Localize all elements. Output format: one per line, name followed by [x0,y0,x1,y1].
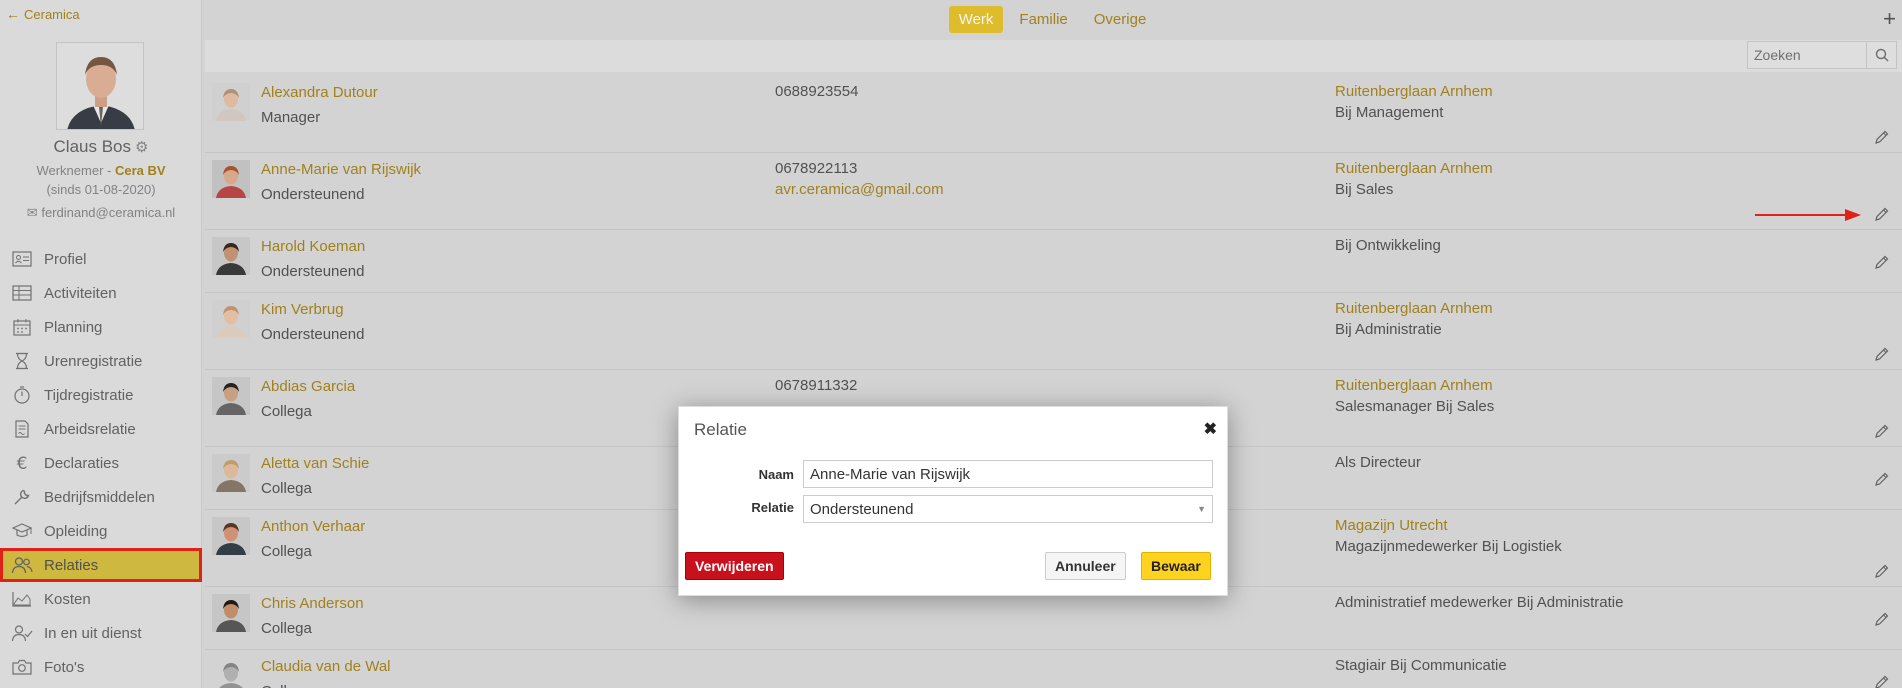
relation-select-value: Ondersteunend [810,500,914,518]
close-icon[interactable]: ✖ [1204,419,1217,439]
name-field[interactable] [803,460,1213,488]
relation-dialog: Relatie ✖ Naam Relatie Ondersteunend ▼ V… [678,406,1228,596]
caret-down-icon: ▼ [1197,504,1206,514]
save-button[interactable]: Bewaar [1141,552,1211,580]
cancel-button[interactable]: Annuleer [1045,552,1126,580]
delete-button[interactable]: Verwijderen [685,552,784,580]
dialog-title: Relatie [694,420,747,439]
relation-label: Relatie [751,500,794,515]
relation-select[interactable]: Ondersteunend ▼ [803,495,1213,523]
name-label: Naam [758,467,794,482]
